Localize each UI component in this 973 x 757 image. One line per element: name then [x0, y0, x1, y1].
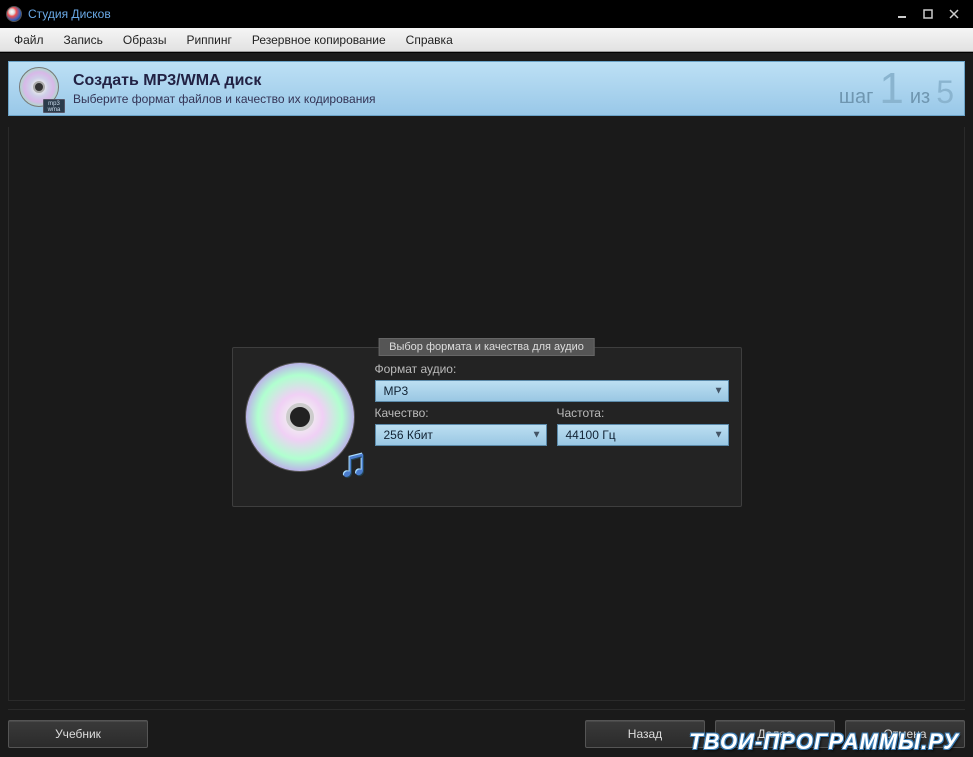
rate-combo[interactable]: 44100 Гц ▼ [557, 424, 729, 446]
banner-disc-icon: mp3 wma [19, 67, 63, 111]
banner-text: Создать MP3/WMA диск Выберите формат фай… [73, 72, 829, 106]
menu-burn[interactable]: Запись [54, 28, 113, 51]
step-current: 1 [879, 67, 903, 111]
menu-help[interactable]: Справка [396, 28, 463, 51]
workarea: Выбор формата и качества для аудио ♫ Фор… [8, 127, 965, 701]
step-prefix: шаг [839, 86, 873, 109]
disc-music-icon: ♫ [245, 362, 365, 482]
menu-images[interactable]: Образы [113, 28, 177, 51]
quality-combo[interactable]: 256 Кбит ▼ [375, 424, 547, 446]
step-total: 5 [936, 76, 954, 108]
chevron-down-icon: ▼ [714, 430, 724, 441]
quality-label: Качество: [375, 406, 547, 420]
format-combo[interactable]: MP3 ▼ [375, 380, 729, 402]
banner-title: Создать MP3/WMA диск [73, 72, 829, 90]
menu-ripping[interactable]: Риппинг [176, 28, 241, 51]
format-value: MP3 [384, 384, 409, 398]
format-label: Формат аудио: [375, 362, 729, 376]
fields: Формат аудио: MP3 ▼ Качество: 256 Кбит ▼ [375, 362, 729, 494]
titlebar: Студия Дисков [0, 0, 973, 28]
cancel-button[interactable]: Отмена [845, 720, 965, 748]
chevron-down-icon: ▼ [532, 430, 542, 441]
back-button[interactable]: Назад [585, 720, 705, 748]
app-title: Студия Дисков [28, 7, 111, 21]
menu-file[interactable]: Файл [4, 28, 54, 51]
chevron-down-icon: ▼ [714, 386, 724, 397]
rate-value: 44100 Гц [566, 428, 616, 442]
window-controls [889, 4, 967, 24]
audio-format-groupbox: Выбор формата и качества для аудио ♫ Фор… [232, 347, 742, 507]
main-frame: mp3 wma Создать MP3/WMA диск Выберите фо… [0, 52, 973, 757]
app-icon [6, 6, 22, 22]
tutorial-button[interactable]: Учебник [8, 720, 148, 748]
banner-icon-tag: mp3 wma [43, 99, 65, 113]
step-sep: из [910, 86, 930, 109]
maximize-button[interactable] [915, 4, 941, 24]
menubar: Файл Запись Образы Риппинг Резервное коп… [0, 28, 973, 52]
rate-label: Частота: [557, 406, 729, 420]
titlebar-left: Студия Дисков [6, 6, 111, 22]
banner-subtitle: Выберите формат файлов и качество их код… [73, 92, 829, 106]
step-indicator: шаг 1 из 5 [839, 67, 954, 111]
step-banner: mp3 wma Создать MP3/WMA диск Выберите фо… [8, 61, 965, 116]
groupbox-legend: Выбор формата и качества для аудио [378, 338, 595, 356]
minimize-button[interactable] [889, 4, 915, 24]
next-button[interactable]: Далее [715, 720, 835, 748]
button-bar: Учебник Назад Далее Отмена [8, 709, 965, 749]
close-button[interactable] [941, 4, 967, 24]
menu-backup[interactable]: Резервное копирование [242, 28, 396, 51]
music-note-icon: ♫ [339, 441, 369, 486]
quality-value: 256 Кбит [384, 428, 433, 442]
